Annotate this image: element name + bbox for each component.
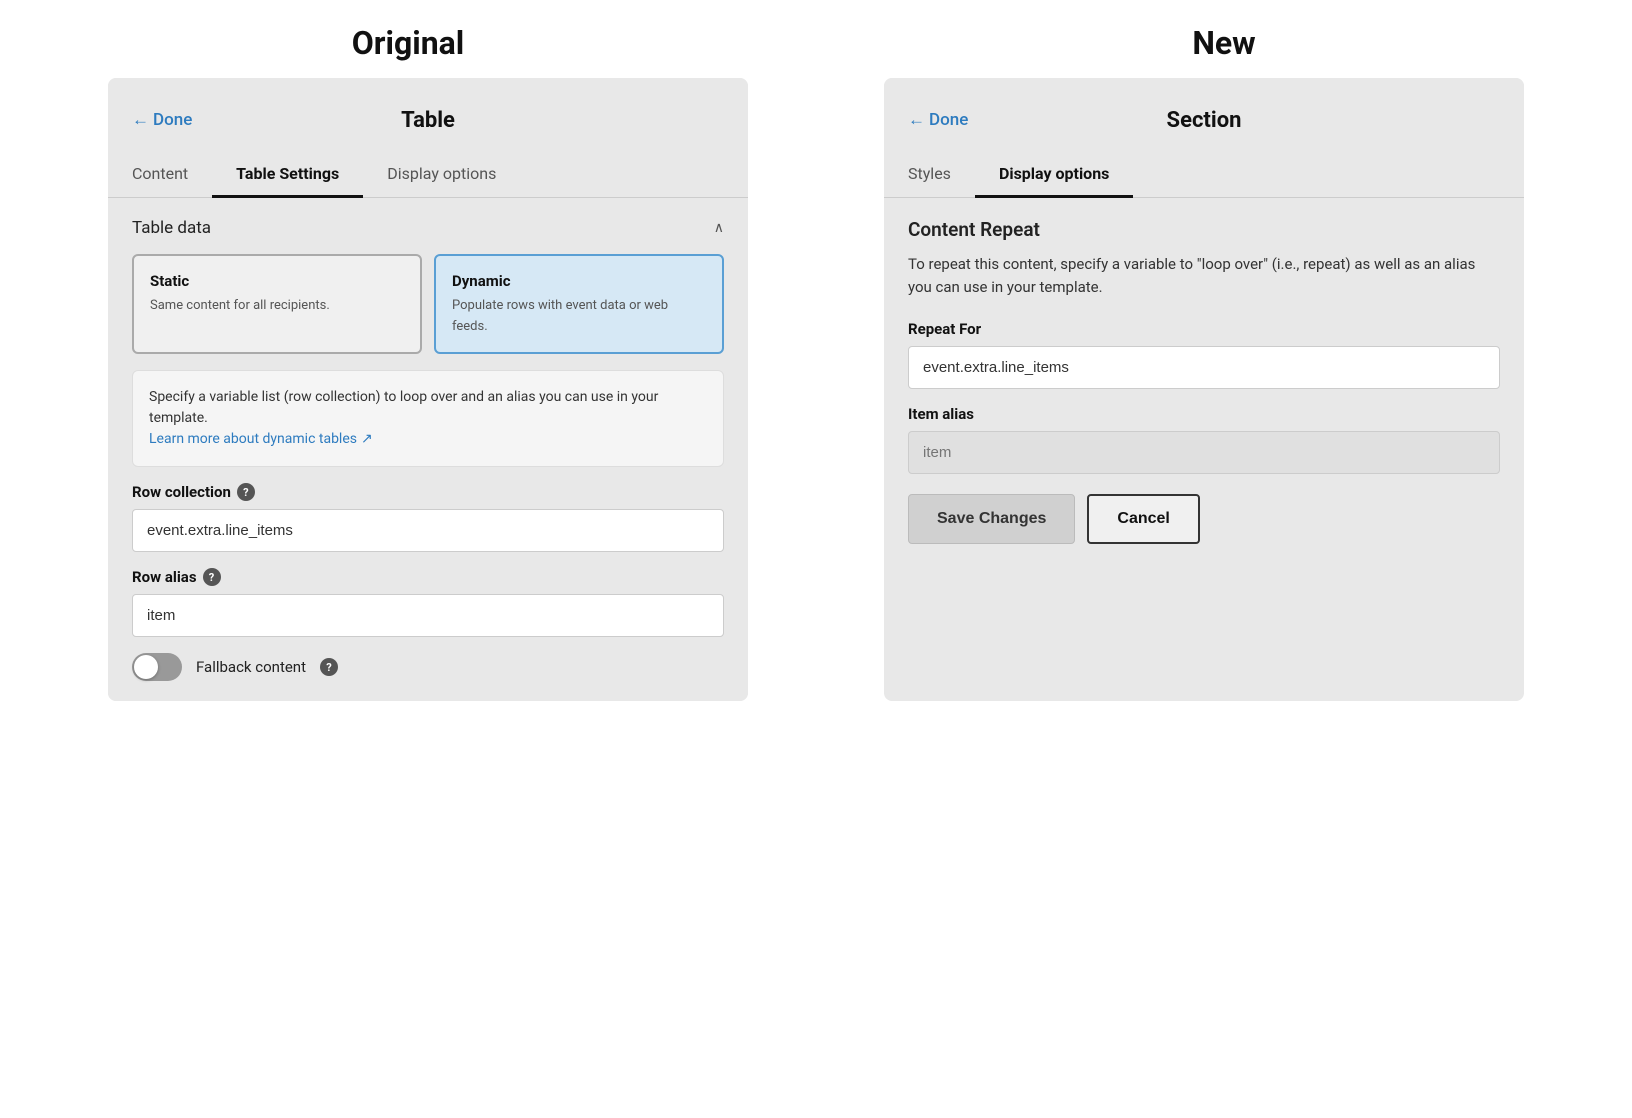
right-done-label: Done	[929, 110, 968, 130]
static-desc: Same content for all recipients.	[150, 298, 330, 313]
left-tab-bar: Content Table Settings Display options	[108, 150, 748, 198]
chevron-up-icon: ∧	[714, 220, 724, 236]
right-tab-styles[interactable]: Styles	[884, 150, 975, 197]
left-panel-col: ← Done Table Content Table Settings Disp…	[40, 78, 816, 701]
fallback-toggle[interactable]	[132, 653, 182, 681]
page-wrapper: Original New ← Done Table	[0, 0, 1632, 1118]
toggle-group: Static Same content for all recipients. …	[132, 254, 724, 354]
table-data-section-header: Table data ∧	[132, 218, 724, 238]
dynamic-button[interactable]: Dynamic Populate rows with event data or…	[434, 254, 724, 354]
left-done-label: Done	[153, 110, 192, 130]
buttons-row: Save Changes Cancel	[908, 494, 1500, 544]
toggle-knob	[134, 655, 158, 679]
panels-row: ← Done Table Content Table Settings Disp…	[0, 78, 1632, 701]
original-header-col: Original	[0, 24, 816, 62]
row-collection-help-icon[interactable]: ?	[237, 483, 255, 501]
info-text: Specify a variable list (row collection)…	[149, 389, 658, 426]
info-link-text: Learn more about dynamic tables	[149, 429, 357, 450]
content-repeat-desc: To repeat this content, specify a variab…	[908, 253, 1500, 300]
item-alias-group: Item alias	[908, 405, 1500, 474]
fallback-row: Fallback content ?	[132, 653, 724, 681]
right-arrow-icon: ←	[908, 110, 925, 130]
comparison-header: Original New	[0, 0, 1632, 78]
cancel-button[interactable]: Cancel	[1087, 494, 1199, 544]
repeat-for-label: Repeat For	[908, 320, 1500, 338]
row-alias-input[interactable]	[132, 594, 724, 637]
external-link-icon: ↗	[361, 429, 373, 450]
right-panel-col: ← Done Section Styles Display options	[816, 78, 1592, 701]
right-panel-body: Content Repeat To repeat this content, s…	[884, 198, 1524, 564]
row-collection-label: Row collection ?	[132, 483, 724, 501]
right-panel-card: ← Done Section Styles Display options	[884, 78, 1524, 701]
left-panel-card: ← Done Table Content Table Settings Disp…	[108, 78, 748, 701]
left-panel-title: Table	[401, 108, 455, 133]
table-data-title: Table data	[132, 218, 211, 238]
row-alias-label: Row alias ?	[132, 568, 724, 586]
right-panel-header: ← Done Section	[884, 78, 1524, 142]
info-link[interactable]: Learn more about dynamic tables ↗	[149, 429, 373, 450]
content-repeat-title: Content Repeat	[908, 218, 1500, 241]
new-header-col: New	[816, 24, 1632, 62]
left-done-link[interactable]: ← Done	[132, 110, 192, 130]
repeat-for-group: Repeat For	[908, 320, 1500, 389]
right-tab-display-options[interactable]: Display options	[975, 150, 1133, 197]
static-title: Static	[150, 272, 404, 290]
row-collection-input[interactable]	[132, 509, 724, 552]
row-alias-help-icon[interactable]: ?	[203, 568, 221, 586]
static-button[interactable]: Static Same content for all recipients.	[132, 254, 422, 354]
row-collection-group: Row collection ?	[132, 483, 724, 552]
dynamic-title: Dynamic	[452, 272, 706, 290]
info-box: Specify a variable list (row collection)…	[132, 370, 724, 467]
right-done-link[interactable]: ← Done	[908, 110, 968, 130]
save-changes-button[interactable]: Save Changes	[908, 494, 1075, 544]
item-alias-input[interactable]	[908, 431, 1500, 474]
dynamic-desc: Populate rows with event data or web fee…	[452, 298, 668, 334]
right-tab-bar: Styles Display options	[884, 150, 1524, 198]
repeat-for-input[interactable]	[908, 346, 1500, 389]
left-tab-display-options[interactable]: Display options	[363, 150, 520, 197]
row-alias-group: Row alias ?	[132, 568, 724, 637]
left-arrow-icon: ←	[132, 110, 149, 130]
fallback-label: Fallback content	[196, 658, 306, 676]
original-title: Original	[0, 24, 816, 62]
left-tab-content[interactable]: Content	[108, 150, 212, 197]
new-title: New	[816, 24, 1632, 62]
item-alias-label: Item alias	[908, 405, 1500, 423]
left-tab-table-settings[interactable]: Table Settings	[212, 150, 363, 197]
left-panel-body: Table data ∧ Static Same content for all…	[108, 198, 748, 701]
right-panel-title: Section	[1167, 108, 1242, 133]
content-repeat-section: Content Repeat To repeat this content, s…	[908, 218, 1500, 300]
left-panel-header: ← Done Table	[108, 78, 748, 142]
fallback-help-icon[interactable]: ?	[320, 658, 338, 676]
